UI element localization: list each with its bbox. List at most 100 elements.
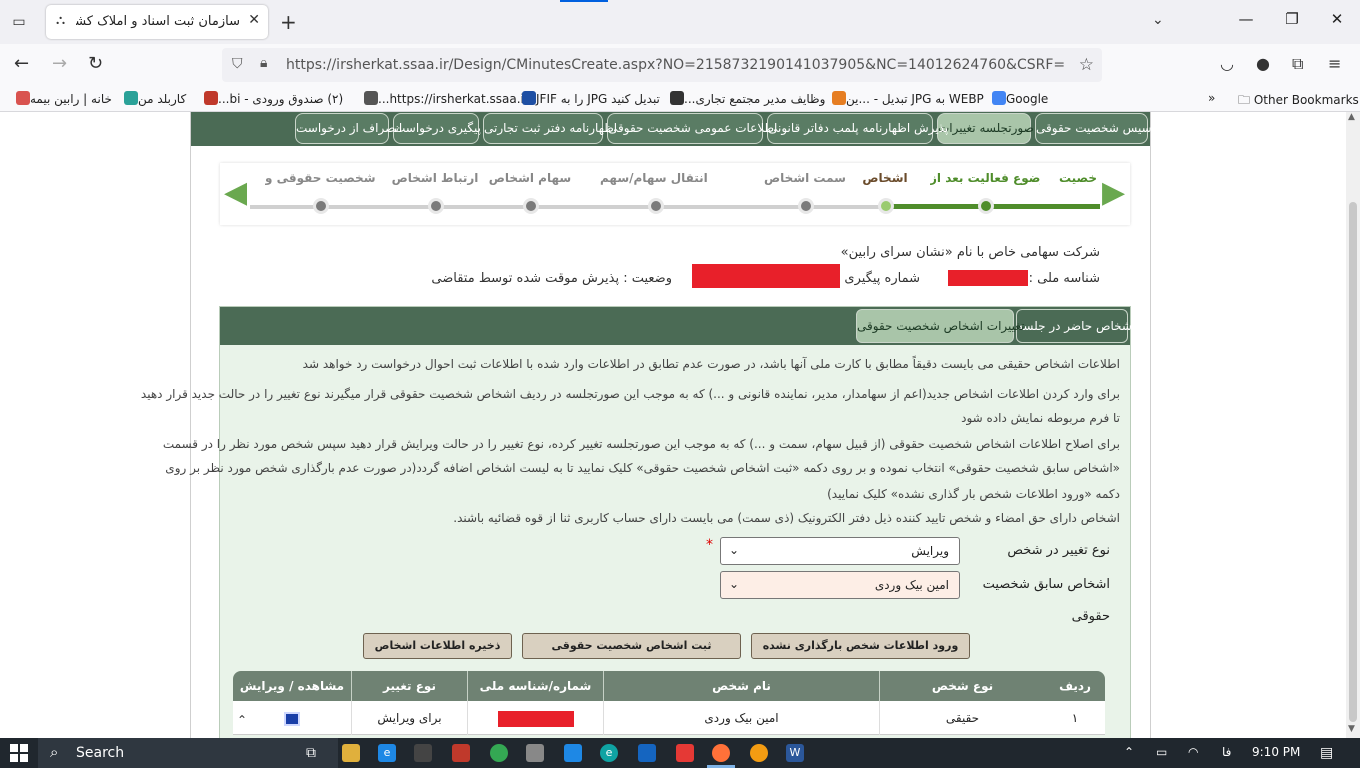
maximize-icon[interactable]: ❐ (1282, 10, 1302, 28)
app-icon[interactable] (638, 744, 656, 762)
account-icon[interactable]: ● (1256, 54, 1270, 73)
edge-icon[interactable]: e (600, 744, 618, 762)
cell-person-type: حقیقی (879, 701, 1045, 735)
step-item[interactable]: ارتباط اشخاص (380, 163, 490, 225)
edge-legacy-icon[interactable]: e (378, 744, 396, 762)
tray-chevron-up-icon[interactable]: ⌃ (1124, 745, 1134, 759)
notifications-icon[interactable]: ▤ (1320, 745, 1333, 761)
extensions-icon[interactable]: ⧉ (1292, 54, 1303, 74)
shield-icon[interactable]: ⛉ (232, 56, 243, 72)
col-view-edit: مشاهده / ویرایش (239, 679, 345, 693)
bookmark-item[interactable]: وظایف مدیر مجتمع تجاری... (666, 91, 825, 106)
register-persons-button[interactable]: ثبت اشخاص شخصیت حقوقی (522, 633, 741, 659)
active-tab[interactable]: ⛬ سازمان ثبت اسناد و املاک کشور ✕ (46, 5, 268, 39)
url-text[interactable]: https://irsherkat.ssaa.ir/Design/CMinute… (286, 57, 1066, 73)
firefox-icon[interactable] (712, 744, 730, 762)
google-icon (992, 91, 1006, 105)
step-prev-icon[interactable]: ◀ (224, 175, 247, 210)
note-line: دکمه «ورود اطلاعات شخص بار گذاری نشده» ک… (827, 487, 1120, 501)
bookmark-item[interactable]: WEBP به JPG تبدیل - ...ین (828, 91, 984, 106)
address-bar[interactable]: ⛉ 🔒︎ https://irsherkat.ssaa.ir/Design/CM… (222, 48, 1102, 82)
menu-icon[interactable]: ≡ (1328, 54, 1341, 73)
app-icon[interactable] (564, 744, 582, 762)
menu-item-general-info[interactable]: اطلاعات عمومی شخصیت حقوقی (607, 113, 777, 144)
battery-icon[interactable]: ▭ (1156, 745, 1167, 759)
forward-icon[interactable]: → (52, 53, 67, 74)
table-header: ردیف نوع شخص نام شخص شماره/شناسه ملی نوع… (233, 671, 1105, 701)
change-type-select[interactable]: ویرایش ⌄ (720, 537, 960, 565)
main-panel: تأسیس شخصیت حقوقی صورتجلسه تغییرات پذیرش… (141, 112, 1159, 738)
menu-item-minutes[interactable]: صورتجلسه تغییرات (937, 113, 1034, 144)
step-item[interactable]: شعب شخصیت حقوقی و (265, 163, 375, 225)
pocket-icon[interactable]: ◡ (1220, 54, 1234, 73)
note-line: اشخاص دارای حق امضاء و شخص تایید کننده ذ… (453, 511, 1120, 525)
status-text: وضعیت : پذیرش موقت شده توسط متقاضی (431, 271, 672, 286)
back-icon[interactable]: ← (14, 53, 29, 74)
menu-item-registry[interactable]: اظهارنامه دفتر ثبت تجارتی (483, 113, 617, 144)
tab-overview-icon[interactable]: ▭ (8, 12, 30, 32)
chevron-down-icon[interactable]: ⌄ (1152, 12, 1164, 28)
edit-person-icon[interactable] (284, 711, 300, 726)
lock-icon[interactable]: 🔒︎ (260, 55, 267, 71)
bookmark-item[interactable]: کاربلد من (120, 91, 186, 106)
menu-item-seal-books[interactable]: پذیرش اظهارنامه پلمب دفاتر قانونی (767, 113, 948, 144)
bookmark-item[interactable]: (۲) صندوق ورودی - bi... (200, 91, 343, 106)
note-line: اطلاعات اشخاص حقیقی می بایست دقیقاً مطاب… (302, 357, 1120, 371)
save-persons-button[interactable]: ذخیره اطلاعات اشخاص (363, 633, 512, 659)
step-dot (648, 198, 664, 214)
keyboard-language[interactable]: فا (1222, 745, 1231, 759)
bookmark-item[interactable]: https://irsherkat.ssaa.i... (360, 91, 524, 106)
bookmark-item[interactable]: خانه | رابین بیمه (12, 91, 112, 106)
app-icon[interactable] (452, 744, 470, 762)
step-item[interactable]: نقل و انتقال سهام/سهم (600, 163, 710, 225)
menu-item-track[interactable]: پیگیری درخواست (393, 113, 481, 144)
previous-persons-label: اشخاص سابق شخصیت (982, 577, 1110, 592)
close-window-icon[interactable]: ✕ (1327, 10, 1347, 28)
app-icon[interactable] (414, 744, 432, 762)
step-item[interactable]: موضوع فعالیت بعد از (930, 163, 1040, 225)
reload-icon[interactable]: ↻ (88, 53, 103, 74)
step-item[interactable]: سمت اشخاص (750, 163, 860, 225)
menu-item-establish[interactable]: تأسیس شخصیت حقوقی (1035, 113, 1159, 144)
app-icon[interactable] (750, 744, 768, 762)
taskbar-search[interactable]: ⌕ Search (38, 738, 338, 768)
search-icon: ⌕ (50, 743, 59, 761)
app-icon[interactable] (526, 744, 544, 762)
anydesk-icon[interactable] (676, 744, 694, 762)
bookmark-star-icon[interactable]: ☆ (1079, 55, 1094, 75)
task-view-icon[interactable]: ⧉ (302, 744, 320, 762)
enter-unloaded-person-button[interactable]: ورود اطلاعات شخص بارگذاری نشده (751, 633, 970, 659)
previous-persons-value: امین بیک وردی (874, 578, 949, 592)
word-icon[interactable]: W (786, 744, 804, 762)
tab-person-changes[interactable]: تغییرات اشخاص شخصیت حقوقی (856, 309, 1024, 343)
tab-present-persons[interactable]: اشخاص حاضر در جلسه (1016, 309, 1135, 343)
bookmarks-overflow-icon[interactable]: » (1208, 91, 1215, 105)
wifi-icon[interactable]: ◠ (1188, 745, 1198, 759)
minimize-icon[interactable]: — (1236, 10, 1256, 28)
step-dot (523, 198, 539, 214)
step-item[interactable]: خصیت (1048, 163, 1108, 225)
previous-persons-select[interactable]: امین بیک وردی ⌄ (720, 571, 960, 599)
step-dot (313, 198, 329, 214)
step-dot (878, 198, 894, 214)
chevron-up-icon[interactable]: ⌃ (237, 703, 247, 737)
clock[interactable]: 9:10 PM (1252, 745, 1300, 759)
close-tab-icon[interactable]: ✕ (248, 12, 260, 28)
step-item[interactable]: سهام اشخاص (475, 163, 585, 225)
page-scrollbar[interactable]: ▲ ▼ (1346, 112, 1360, 738)
bookmark-item[interactable]: تبدیل کنید JPG را به JFIF (518, 91, 660, 106)
menu-item-cancel[interactable]: انصراف از درخواست (295, 113, 402, 144)
other-bookmarks[interactable]: 🗀 Other Bookmarks (1238, 91, 1359, 112)
file-explorer-icon[interactable] (342, 744, 360, 762)
scroll-thumb[interactable] (1349, 202, 1357, 722)
step-dot (428, 198, 444, 214)
top-menu: تأسیس شخصیت حقوقی صورتجلسه تغییرات پذیرش… (191, 112, 1159, 146)
nav-bar: ← → ↻ ⛉ 🔒︎ https://irsherkat.ssaa.ir/Des… (0, 44, 1360, 86)
new-tab-icon[interactable]: + (280, 10, 297, 34)
windows-start-icon[interactable] (10, 744, 28, 762)
gmail-icon (204, 91, 218, 105)
scroll-down-icon[interactable]: ▼ (1348, 724, 1355, 734)
chrome-icon[interactable] (490, 744, 508, 762)
bookmark-item-google[interactable]: Google (988, 91, 1048, 106)
scroll-up-icon[interactable]: ▲ (1348, 112, 1355, 122)
